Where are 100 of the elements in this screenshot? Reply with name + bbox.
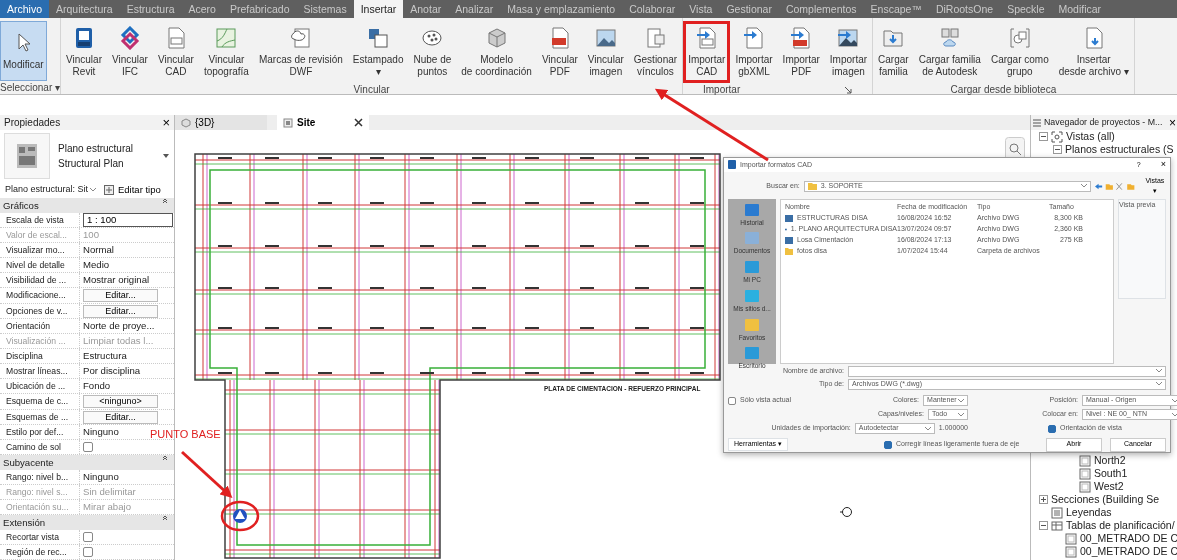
view-tab[interactable]: {3D} — [175, 115, 267, 130]
menu-tab[interactable]: Enscape™ — [863, 0, 929, 18]
ribbon-button[interactable]: Importar PDF — [777, 21, 825, 83]
checkbox[interactable] — [83, 547, 93, 558]
chevron-down-icon — [1156, 369, 1162, 373]
menu-tab[interactable]: Anotar — [403, 0, 449, 18]
menu-tab[interactable]: Colaborar — [622, 0, 683, 18]
property-label: Orientación — [0, 319, 80, 334]
property-button[interactable]: Editar... — [83, 410, 158, 424]
image-icon — [593, 26, 618, 50]
close-button[interactable]: × — [1169, 116, 1177, 129]
cube-icon — [181, 117, 191, 128]
checkbox[interactable] — [83, 532, 93, 543]
ribbon-button[interactable]: Vincular CAD — [152, 21, 199, 83]
layers-icon — [366, 26, 391, 50]
property-value: Por disciplina — [83, 365, 141, 377]
menu-tab[interactable]: DiRootsOne — [928, 0, 1001, 18]
checkbox[interactable] — [1048, 424, 1056, 433]
menu-tab[interactable]: Prefabricado — [222, 0, 297, 18]
menu-tab[interactable]: Speckle — [1000, 0, 1052, 18]
property-label: Camino de sol — [0, 439, 80, 454]
ribbon-button[interactable]: Modificar — [0, 21, 47, 81]
ribbon-button[interactable]: Vincular Revit — [61, 21, 107, 83]
view-icon — [1079, 454, 1091, 467]
view-icon — [1065, 532, 1077, 545]
ribbon-button[interactable]: Importar CAD — [683, 21, 731, 83]
property-label: Mostrar líneas... — [0, 364, 80, 379]
property-label: Valor de escal... — [0, 228, 80, 243]
dropdown-field[interactable] — [848, 365, 1166, 377]
property-label: Orientación su... — [0, 499, 80, 514]
edit-type-button[interactable]: Editar tipo — [104, 182, 161, 198]
ribbon-button[interactable]: Marcas de revisión DWF — [253, 21, 348, 83]
panel-title: Navegador de proyectos - M... — [1044, 115, 1163, 129]
property-value: Mostrar original — [83, 274, 150, 286]
app-icon — [728, 160, 736, 170]
property-label: Rango: nivel b... — [0, 469, 80, 484]
close-button[interactable]: × — [162, 116, 170, 129]
menu-tab[interactable]: Complementos — [778, 0, 864, 18]
expand-icon[interactable] — [1039, 495, 1048, 504]
pointer-arrow — [181, 450, 233, 499]
menu-tab[interactable]: Arquitectura — [49, 0, 120, 18]
ribbon-button[interactable]: Cargar como grupo — [985, 21, 1054, 83]
collapse-icon — [162, 515, 168, 521]
menu-tab[interactable]: Archivo — [0, 0, 49, 18]
property-label: Visibilidad de ... — [0, 273, 80, 288]
ribbon-button[interactable]: Gestionar vínculos — [628, 21, 683, 83]
property-value: Limpiar todas l... — [83, 335, 154, 347]
close-button[interactable]: × — [1160, 158, 1166, 172]
collapse-icon[interactable] — [1053, 145, 1062, 154]
menu-tab[interactable]: Vista — [682, 0, 720, 18]
checkbox[interactable] — [83, 442, 93, 453]
base-point-icon — [233, 509, 247, 523]
ribbon-button[interactable]: Importar gbXML — [730, 21, 778, 83]
property-label: Opciones de v... — [0, 303, 80, 319]
property-label: Modificacione... — [0, 288, 80, 303]
property-button[interactable]: <ninguno> — [83, 395, 158, 409]
property-button[interactable]: Editar... — [83, 289, 158, 303]
close-icon[interactable] — [354, 118, 363, 127]
menu-tab[interactable]: Modificar — [1051, 0, 1109, 18]
dialog-launcher-icon[interactable] — [844, 86, 853, 94]
menu-tab[interactable]: Acero — [181, 0, 223, 18]
ribbon-button[interactable]: Importar imagen — [824, 21, 873, 83]
annotation-label: PUNTO BASE — [150, 427, 221, 442]
checkbox[interactable] — [884, 440, 892, 449]
plan-type-icon — [4, 132, 50, 179]
desktop-icon — [744, 346, 760, 361]
ribbon-button[interactable]: Estampado ▾ — [347, 21, 409, 83]
ribbon-button[interactable]: Cargar familia — [873, 21, 914, 83]
plan-icon — [283, 117, 293, 128]
menu-tab[interactable]: Estructura — [119, 0, 182, 18]
checkbox[interactable] — [728, 396, 736, 405]
chevron-down-icon — [958, 398, 964, 403]
property-field[interactable]: 1 : 100 — [83, 213, 173, 228]
collapse-icon[interactable] — [1039, 521, 1048, 530]
menu-tab[interactable]: Gestionar — [719, 0, 779, 18]
ribbon-button[interactable]: Vincular PDF — [536, 21, 583, 83]
property-label: Visualización ... — [0, 334, 80, 349]
menu-tab[interactable]: Sistemas — [296, 0, 354, 18]
property-label: Recortar vista — [0, 530, 80, 544]
legend-icon — [1051, 506, 1063, 519]
ribbon-button[interactable]: Nube de puntos — [408, 21, 457, 83]
property-value: Norte de proye... — [83, 320, 155, 332]
ribbon-button[interactable]: Modelo de coordinación — [456, 21, 537, 83]
ribbon-button[interactable]: Vincular topografía — [198, 21, 254, 83]
cad-import-icon — [694, 26, 719, 50]
menu-tab[interactable]: Analizar — [448, 0, 501, 18]
menu-tab[interactable]: Insertar — [353, 0, 404, 18]
ribbon-button[interactable]: Vincular IFC — [107, 21, 153, 83]
group-label: Importar — [703, 83, 741, 97]
views-icon — [1051, 130, 1063, 143]
ribbon-button[interactable]: Cargar familia de Autodesk — [913, 21, 986, 83]
property-value: Fondo — [83, 380, 111, 392]
property-button[interactable]: Editar... — [83, 304, 158, 318]
ribbon-button[interactable]: Vincular imagen — [582, 21, 629, 83]
document-import-icon — [742, 26, 766, 50]
collapse-icon[interactable] — [1039, 132, 1048, 141]
view-tab[interactable]: Site — [277, 115, 369, 130]
group-label[interactable]: Seleccionar ▾ — [0, 81, 61, 95]
menu-tab[interactable]: Masa y emplazamiento — [500, 0, 623, 18]
ribbon-button[interactable]: Insertar desde archivo ▾ — [1053, 21, 1134, 83]
